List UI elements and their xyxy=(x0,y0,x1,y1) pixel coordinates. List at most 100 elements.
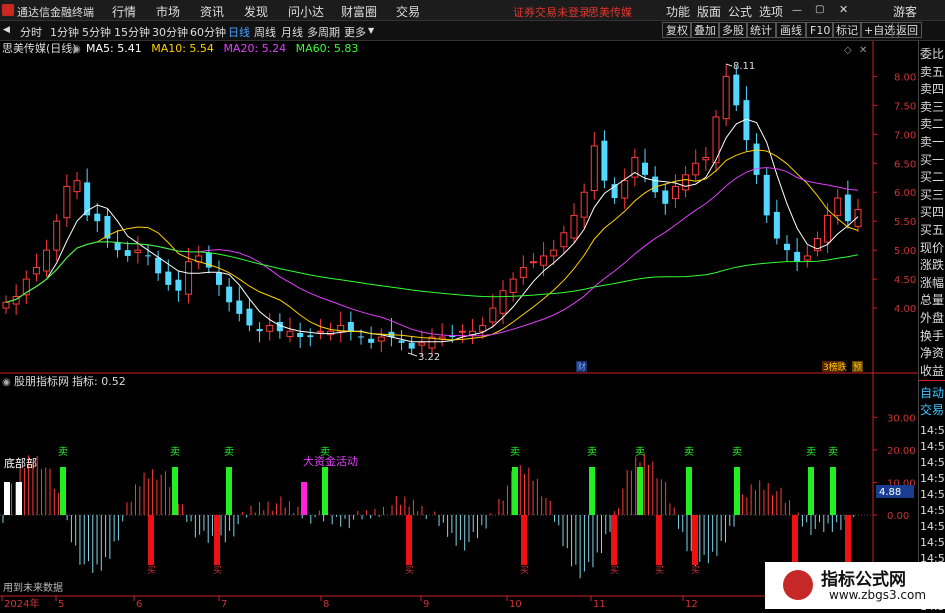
menu-news[interactable]: 资讯 xyxy=(200,3,224,20)
menu-discover[interactable]: 发现 xyxy=(244,3,268,20)
candle-body xyxy=(682,174,690,191)
future-data-note: 用到未来数据 xyxy=(3,581,63,594)
tab-1min[interactable]: 1分钟 xyxy=(50,24,79,40)
bottom-signal-label: 底部部 xyxy=(4,456,37,470)
tab-5min[interactable]: 5分钟 xyxy=(82,24,111,40)
sidebar-quote-item[interactable]: 买三 xyxy=(920,186,944,203)
indicator-value: 指标: 0.52 xyxy=(72,374,126,388)
sell-signal-bar xyxy=(808,467,814,515)
sidebar-quote-item[interactable]: 卖五 xyxy=(920,63,944,80)
tab-more[interactable]: 更多 xyxy=(344,24,366,40)
ma-legend: MA5: 5.41 MA10: 5.54 MA20: 5.24 MA60: 5.… xyxy=(86,42,358,55)
candle-body xyxy=(32,267,40,275)
sidebar-quote-item[interactable]: 买五 xyxy=(920,221,944,238)
sell-signal-label: 卖 xyxy=(828,446,838,458)
sidebar-quote-item[interactable]: 涨幅 xyxy=(920,274,944,291)
candle-body xyxy=(63,185,71,219)
back-button[interactable]: 返回 xyxy=(892,22,922,38)
sidebar-quote-item[interactable]: 卖一 xyxy=(920,133,944,150)
sidebar-quote-item[interactable]: 净资 xyxy=(920,344,944,361)
restore-rights-button[interactable]: 复权 xyxy=(662,22,692,38)
tab-multi-period[interactable]: 多周期 xyxy=(307,24,340,40)
ma60-label: MA60: 5.83 xyxy=(296,42,359,55)
multi-stock-button[interactable]: 多股 xyxy=(718,22,748,38)
candle-body xyxy=(438,336,446,340)
mark-button[interactable]: 标记 xyxy=(832,22,862,38)
sidebar-quote-item[interactable]: 委比 xyxy=(920,45,944,62)
sidebar-quote-item[interactable]: 卖三 xyxy=(920,98,944,115)
sidebar-quote-item[interactable]: 总量 xyxy=(920,291,944,308)
buy-signal-label: 买 xyxy=(147,565,156,576)
app-title: 通达信金融终端 xyxy=(17,6,94,19)
tab-60min[interactable]: 60分钟 xyxy=(190,24,226,40)
sidebar-quote-item[interactable]: 现价 xyxy=(920,239,944,256)
maximize-icon[interactable]: ▢ xyxy=(815,4,824,15)
chart-area[interactable]: 思美传媒(日线) ◉ MA5: 5.41 MA10: 5.54 MA20: 5.… xyxy=(0,41,918,610)
pane-close-icon[interactable]: ✕ xyxy=(859,45,867,56)
menu-quotes[interactable]: 行情 xyxy=(112,3,136,20)
ma5-label: MA5: 5.41 xyxy=(86,42,142,55)
sidebar-quote-item[interactable]: 涨跌 xyxy=(920,256,944,273)
menu-options[interactable]: 选项 xyxy=(759,3,783,20)
tab-weekly[interactable]: 周线 xyxy=(254,24,276,40)
tab-monthly[interactable]: 月线 xyxy=(281,24,303,40)
indicator-axis: 30.0020.0010.000.00 xyxy=(873,413,916,522)
tab-daily[interactable]: 日线 xyxy=(228,24,250,40)
menu-market[interactable]: 市场 xyxy=(156,3,180,20)
sidebar-trade-time: 14:56 xyxy=(920,520,945,533)
title-bar: 通达信金融终端 行情 市场 资讯 发现 问小达 财富圈 交易 证券交易未登录 思… xyxy=(0,0,945,21)
chart-canvas[interactable]: 思美传媒(日线) ◉ MA5: 5.41 MA10: 5.54 MA20: 5.… xyxy=(0,41,918,610)
tab-prev-icon[interactable]: ◀ xyxy=(3,25,10,35)
sidebar-quote-item[interactable]: 卖二 xyxy=(920,115,944,132)
sell-signal-label: 卖 xyxy=(732,446,742,458)
menu-layout[interactable]: 版面 xyxy=(697,3,721,20)
minimize-icon[interactable]: — xyxy=(792,5,802,16)
menu-formula[interactable]: 公式 xyxy=(728,3,752,20)
sidebar-quote-item[interactable]: 买四 xyxy=(920,203,944,220)
menu-wealth[interactable]: 财富圈 xyxy=(341,3,377,20)
tab-intraday[interactable]: 分时 xyxy=(20,24,42,40)
ranking-label: 3榜跌 xyxy=(823,361,847,373)
guest-label[interactable]: 游客 xyxy=(893,3,917,20)
candle-body xyxy=(529,261,537,264)
f10-button[interactable]: F10 xyxy=(806,22,835,38)
overlay-button[interactable]: 叠加 xyxy=(690,22,720,38)
sidebar-quote-item[interactable]: 买一 xyxy=(920,151,944,168)
sidebar-quote-item[interactable]: 卖四 xyxy=(920,80,944,97)
indicator-tick-label: 0.00 xyxy=(887,511,909,522)
big-money-label: 大资金活动 xyxy=(303,454,358,468)
login-warning[interactable]: 证券交易未登录 xyxy=(513,4,590,20)
ma10-line xyxy=(5,149,859,341)
statistics-button[interactable]: 统计 xyxy=(746,22,776,38)
site-watermark: 指标公式网 www.zbgs3.com xyxy=(765,562,945,609)
candle-body xyxy=(347,321,354,332)
main-settings-icon[interactable]: ◉ xyxy=(72,44,81,55)
tab-more-dropdown-icon[interactable]: ▼ xyxy=(368,26,374,35)
candle-body xyxy=(266,324,274,332)
sidebar-quote-item[interactable]: 收益 xyxy=(920,362,944,379)
sidebar-quote-item[interactable]: 买二 xyxy=(920,168,944,185)
sidebar-trade-time: 14:56 xyxy=(920,440,945,453)
menu-function[interactable]: 功能 xyxy=(666,3,690,20)
sell-signal-bar xyxy=(686,467,692,515)
sidebar-trade-item[interactable]: 自动 xyxy=(920,384,944,401)
candle-body xyxy=(590,145,598,191)
candle-body xyxy=(358,336,364,338)
menu-ask[interactable]: 问小达 xyxy=(288,3,324,20)
sell-signal-label: 卖 xyxy=(58,446,68,458)
sidebar-quote-item[interactable]: 换手 xyxy=(920,327,944,344)
candle-body xyxy=(794,251,801,262)
indicator-settings-icon[interactable]: ◉ xyxy=(2,377,11,388)
menu-trade[interactable]: 交易 xyxy=(396,3,420,20)
tab-15min[interactable]: 15分钟 xyxy=(114,24,150,40)
price-tick-label: 4.00 xyxy=(894,304,916,315)
tab-30min[interactable]: 30分钟 xyxy=(152,24,188,40)
draw-line-button[interactable]: 画线 xyxy=(776,22,806,38)
close-icon[interactable]: ✕ xyxy=(839,3,848,16)
candle-body xyxy=(297,332,304,338)
sidebar-trade-item[interactable]: 交易 xyxy=(920,401,944,418)
moving-average-lines xyxy=(5,118,859,343)
sidebar-quote-item[interactable]: 外盘 xyxy=(920,309,944,326)
toggle-pane-icon[interactable]: ◇ xyxy=(844,45,852,56)
indicator-tick-label: 30.00 xyxy=(887,413,916,424)
